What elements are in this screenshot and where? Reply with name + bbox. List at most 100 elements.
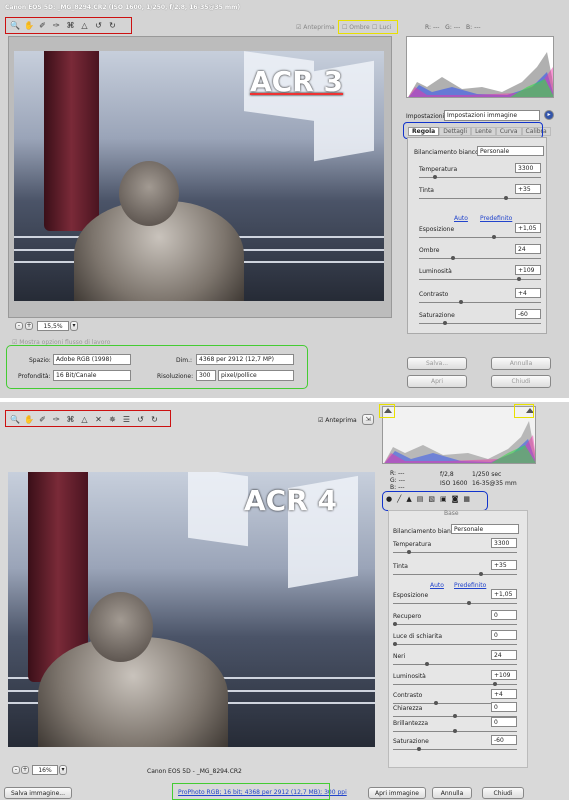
- slider-track[interactable]: [419, 196, 541, 200]
- default-link[interactable]: Predefinito: [454, 582, 486, 589]
- cancel-button[interactable]: Annulla: [491, 357, 551, 370]
- slider-value-field[interactable]: +109: [491, 670, 517, 680]
- slider-track[interactable]: [419, 256, 541, 260]
- slider-knob[interactable]: [393, 622, 397, 626]
- wb-select[interactable]: Personale: [477, 146, 544, 156]
- slider-knob[interactable]: [450, 256, 455, 260]
- slider-label: Contrasto: [393, 692, 423, 699]
- slider-value-field[interactable]: -60: [515, 309, 541, 319]
- slider-knob[interactable]: [393, 642, 397, 646]
- acr3-zoom-field[interactable]: 15,5%: [37, 321, 69, 331]
- default-link[interactable]: Predefinito: [480, 215, 512, 222]
- spazio-select[interactable]: Adobe RGB (1998): [53, 354, 131, 365]
- fullscreen-button[interactable]: ⇲: [362, 414, 374, 425]
- settings-menu-button[interactable]: ▸: [544, 110, 554, 120]
- slider-value-field[interactable]: +35: [491, 560, 517, 570]
- acr3-photo[interactable]: ACR 3: [14, 51, 384, 301]
- slider-value-field[interactable]: +1,05: [491, 589, 517, 599]
- slider-track[interactable]: [393, 572, 517, 576]
- zoom-in-button[interactable]: +: [25, 322, 33, 330]
- slider-track[interactable]: [419, 235, 541, 239]
- shutter-value: 1/250 sec: [472, 471, 502, 478]
- slider-value-field[interactable]: +35: [515, 184, 541, 194]
- zoom-out-button[interactable]: -: [15, 322, 23, 330]
- profondita-select[interactable]: 16 Bit/Canale: [53, 370, 131, 381]
- risoluzione-label: Risoluzione:: [157, 373, 194, 380]
- risoluzione-unit-select[interactable]: pixel/pollice: [218, 370, 294, 381]
- acr4-zoom-field[interactable]: 16%: [32, 765, 58, 775]
- slider-value-field[interactable]: 0: [491, 717, 517, 727]
- slider-label: Luce di schiarita: [393, 633, 443, 640]
- slider-label: Chiarezza: [393, 705, 423, 712]
- slider-knob[interactable]: [433, 701, 438, 705]
- zoom-dropdown[interactable]: ▾: [59, 765, 67, 775]
- slider-knob[interactable]: [516, 277, 521, 281]
- acr3-toolbar-highlight: [5, 17, 132, 34]
- slider-label: Ombre: [419, 247, 440, 254]
- slider-track[interactable]: [393, 682, 517, 686]
- slider-knob[interactable]: [442, 321, 447, 325]
- zoom-dropdown[interactable]: ▾: [70, 321, 78, 331]
- slider-value-field[interactable]: 3300: [515, 163, 541, 173]
- slider-track[interactable]: [419, 277, 541, 281]
- slider-knob[interactable]: [453, 729, 457, 733]
- g-label: G:: [445, 24, 452, 31]
- open-button[interactable]: Apri: [407, 375, 467, 388]
- slider-track[interactable]: [393, 601, 517, 605]
- slider-value-field[interactable]: 0: [491, 630, 517, 640]
- slider-value-field[interactable]: +4: [491, 689, 517, 699]
- risoluzione-field[interactable]: 300: [196, 370, 216, 381]
- acr4-histogram: [382, 406, 536, 464]
- slider-knob[interactable]: [453, 714, 457, 718]
- auto-link[interactable]: Auto: [430, 582, 444, 589]
- slider-value-field[interactable]: +4: [515, 288, 541, 298]
- slider-value-field[interactable]: -60: [491, 735, 517, 745]
- slider-value-field[interactable]: 0: [491, 610, 517, 620]
- slider-knob[interactable]: [503, 196, 508, 200]
- slider-value-field[interactable]: +1,05: [515, 223, 541, 233]
- auto-link[interactable]: Auto: [454, 215, 468, 222]
- slider-knob[interactable]: [492, 682, 497, 686]
- slider-track[interactable]: [393, 550, 517, 554]
- close-button[interactable]: Chiudi: [491, 375, 551, 388]
- slider-track[interactable]: [393, 729, 517, 733]
- slider-label: Temperatura: [419, 166, 458, 173]
- slider-track[interactable]: [419, 321, 541, 325]
- b-label: B:: [466, 24, 473, 31]
- slider-label: Tinta: [393, 563, 408, 570]
- acr4-photo[interactable]: ACR 4: [8, 472, 375, 747]
- slider-knob[interactable]: [417, 747, 421, 751]
- acr3-workflow-highlight: [6, 345, 308, 389]
- save-button[interactable]: Salva...: [407, 357, 467, 370]
- cancel-button[interactable]: Annulla: [432, 787, 472, 799]
- slider-label: Esposizione: [393, 592, 429, 599]
- slider-track[interactable]: [393, 662, 517, 666]
- acr3-anteprima-check[interactable]: ☑ Anteprima: [296, 24, 335, 31]
- slider-track[interactable]: [419, 300, 541, 304]
- zoom-in-button[interactable]: +: [21, 766, 29, 774]
- dim-select[interactable]: 4368 per 2912 (12,7 MP): [196, 354, 294, 365]
- acr4-highlight-clip-highlight: [514, 404, 534, 418]
- close-button[interactable]: Chiudi: [482, 787, 524, 799]
- slider-value-field[interactable]: 24: [515, 244, 541, 254]
- zoom-out-button[interactable]: -: [12, 766, 20, 774]
- save-image-button[interactable]: Salva immagine...: [4, 787, 72, 799]
- slider-track[interactable]: [419, 175, 541, 179]
- slider-label: Neri: [393, 653, 406, 660]
- slider-track[interactable]: [393, 642, 517, 646]
- acr3-rgb-readout: R: --- G: --- B: ---: [425, 24, 481, 31]
- open-image-button[interactable]: Apri immagine: [368, 787, 426, 799]
- slider-track[interactable]: [393, 747, 517, 751]
- slider-value-field[interactable]: 3300: [491, 538, 517, 548]
- slider-track[interactable]: [393, 622, 517, 626]
- acr3-overlay-label: ACR 3: [250, 65, 344, 98]
- r-value: ---: [397, 470, 405, 477]
- acr4-anteprima-check[interactable]: ☑ Anteprima: [318, 417, 357, 424]
- acr4-tabs-highlight: [382, 491, 488, 511]
- settings-select[interactable]: Impostazioni immagine: [444, 110, 540, 121]
- wb-select[interactable]: Personale: [451, 524, 519, 534]
- slider-value-field[interactable]: 0: [491, 702, 517, 712]
- slider-value-field[interactable]: +109: [515, 265, 541, 275]
- acr3-histogram-graph: [408, 52, 553, 97]
- slider-value-field[interactable]: 24: [491, 650, 517, 660]
